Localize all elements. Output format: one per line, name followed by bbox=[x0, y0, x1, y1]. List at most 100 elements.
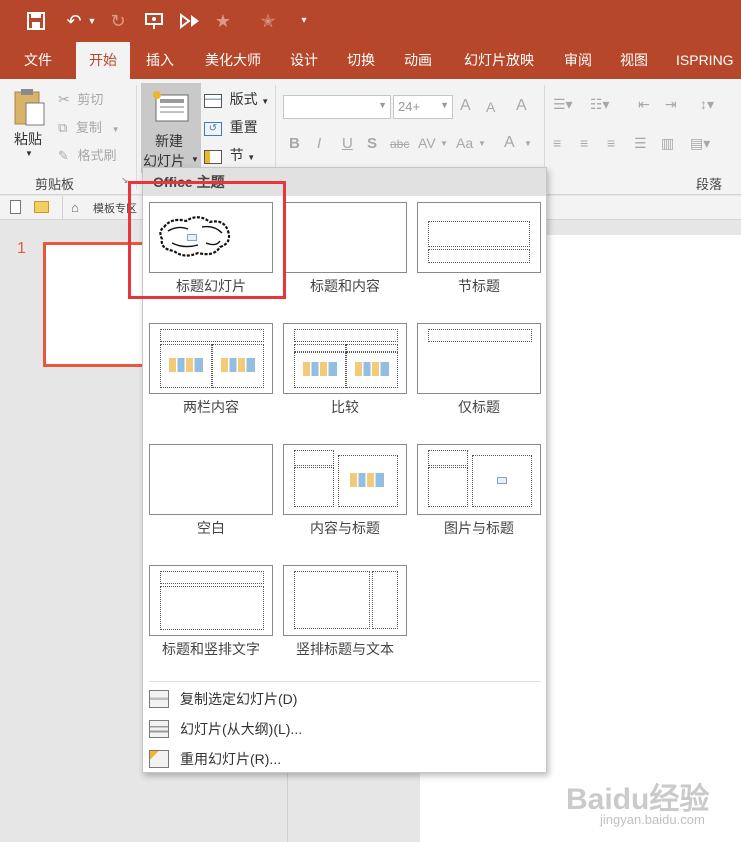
cut-label: 剪切 bbox=[77, 92, 104, 107]
star-icon-2[interactable]: ✭ bbox=[256, 9, 280, 33]
reuse-slide-icon bbox=[149, 750, 169, 768]
clipboard-icon bbox=[14, 89, 45, 126]
paste-button[interactable]: 粘贴 ▼ bbox=[10, 87, 48, 167]
star-icon[interactable]: ★ bbox=[211, 9, 235, 33]
brush-icon: ✎ bbox=[58, 148, 69, 163]
font-color-button[interactable]: A bbox=[504, 134, 515, 152]
reset-label: 重置 bbox=[229, 119, 258, 135]
layout-blank[interactable]: 空白 bbox=[149, 444, 275, 544]
numbering-icon[interactable]: ☷▾ bbox=[590, 96, 610, 113]
layout-thumbnail bbox=[283, 202, 407, 273]
reuse-slides-menu-item[interactable]: 重用幻灯片(R)... bbox=[149, 746, 541, 772]
clear-format-button[interactable]: A bbox=[516, 97, 527, 115]
layout-title-content[interactable]: 标题和内容 bbox=[283, 202, 409, 302]
tab-home[interactable]: 开始 bbox=[76, 42, 130, 79]
watermark: Baidu经验 jingyan.baidu.com bbox=[566, 774, 736, 834]
tab-view[interactable]: 视图 bbox=[612, 42, 656, 79]
layout-content-with-caption[interactable]: 内容与标题 bbox=[283, 444, 409, 544]
strikethrough-button[interactable]: abc bbox=[390, 137, 409, 151]
reset-icon: ↺ bbox=[204, 121, 222, 136]
placeholder bbox=[346, 344, 398, 352]
decrease-indent-icon[interactable]: ⇤ bbox=[638, 96, 650, 113]
layout-picture-with-caption[interactable]: 图片与标题 bbox=[417, 444, 543, 544]
layout-thumbnail bbox=[283, 444, 407, 515]
placeholder bbox=[160, 571, 264, 584]
presentation-icon[interactable] bbox=[142, 9, 166, 33]
italic-button[interactable]: I bbox=[317, 135, 321, 152]
home-icon: ⌂ bbox=[71, 200, 79, 215]
undo-icon[interactable]: ↶ bbox=[62, 9, 86, 33]
cut-button[interactable]: ✂ 剪切 bbox=[58, 89, 103, 108]
change-case-button[interactable]: Aa bbox=[456, 135, 473, 151]
tab-transitions[interactable]: 切换 bbox=[338, 42, 384, 79]
align-right-icon[interactable]: ≡ bbox=[607, 135, 615, 151]
justify-icon[interactable]: ☰ bbox=[634, 135, 647, 152]
tab-beautify[interactable]: 美化大师 bbox=[193, 42, 273, 79]
folder-icon[interactable] bbox=[34, 201, 49, 213]
layout-label: 内容与标题 bbox=[310, 520, 380, 536]
increase-indent-icon[interactable]: ⇥ bbox=[665, 96, 677, 113]
slides-from-outline-menu-item[interactable]: 幻灯片(从大纲)(L)... bbox=[149, 716, 541, 742]
slide-number: 1 bbox=[17, 240, 26, 257]
layout-button[interactable]: 版式 ▼ bbox=[204, 89, 269, 109]
tab-ispring[interactable]: ISPRING bbox=[668, 42, 741, 79]
copy-label: 复制 bbox=[75, 120, 102, 135]
reset-button[interactable]: ↺ 重置 bbox=[204, 117, 258, 137]
section-label: 节 bbox=[229, 147, 244, 163]
font-name-input[interactable]: ▼ bbox=[283, 95, 391, 119]
record-icon[interactable] bbox=[178, 9, 202, 33]
layout-section-header[interactable]: 节标题 bbox=[417, 202, 543, 302]
grow-font-button[interactable]: A bbox=[460, 97, 471, 115]
placeholder bbox=[428, 467, 468, 507]
highlight-box bbox=[128, 181, 286, 299]
new-slide-button[interactable]: 新建 幻灯片 ▼ bbox=[141, 83, 201, 173]
align-center-icon[interactable]: ≡ bbox=[580, 135, 588, 151]
save-icon[interactable] bbox=[24, 9, 48, 33]
copy-button[interactable]: ⧉ 复制 ▼ bbox=[58, 117, 119, 136]
line-spacing-icon[interactable]: ↕▾ bbox=[700, 96, 714, 113]
placeholder bbox=[294, 344, 346, 352]
new-doc-icon[interactable] bbox=[10, 200, 21, 214]
format-painter-label: 格式刷 bbox=[77, 148, 117, 163]
columns-icon[interactable]: ▤▾ bbox=[690, 135, 710, 152]
bold-button[interactable]: B bbox=[289, 135, 300, 152]
tab-insert[interactable]: 插入 bbox=[136, 42, 184, 79]
qat-customize-icon[interactable]: ▾ bbox=[296, 9, 312, 33]
char-spacing-button[interactable]: AV bbox=[418, 135, 436, 151]
shrink-font-button[interactable]: A bbox=[486, 99, 495, 115]
distributed-icon[interactable]: ▥ bbox=[661, 135, 674, 152]
section-button[interactable]: 节 ▼ bbox=[204, 145, 255, 165]
layout-two-content[interactable]: 两栏内容 bbox=[149, 323, 275, 423]
tab-file[interactable]: 文件 bbox=[10, 42, 66, 79]
placeholder bbox=[160, 586, 264, 630]
layout-comparison[interactable]: 比较 bbox=[283, 323, 409, 423]
placeholder bbox=[294, 467, 334, 507]
picture-placeholder-icon bbox=[497, 477, 507, 484]
scissors-icon: ✂ bbox=[58, 91, 70, 107]
layout-title-only[interactable]: 仅标题 bbox=[417, 323, 543, 423]
chevron-down-icon[interactable]: ▼ bbox=[478, 139, 486, 148]
bullets-icon[interactable]: ☰▾ bbox=[553, 96, 573, 113]
duplicate-slide-icon bbox=[149, 690, 169, 708]
tab-slideshow[interactable]: 幻灯片放映 bbox=[452, 42, 546, 79]
tab-animations[interactable]: 动画 bbox=[394, 42, 442, 79]
tab-review[interactable]: 审阅 bbox=[556, 42, 600, 79]
redo-icon[interactable]: ↻ bbox=[106, 9, 130, 33]
quick-access-toolbar: ↶ ▼ ↻ ★ ✭ ▾ bbox=[0, 0, 741, 42]
chevron-down-icon[interactable]: ▼ bbox=[524, 139, 532, 148]
layout-label: 标题和内容 bbox=[310, 278, 380, 294]
format-painter-button[interactable]: ✎ 格式刷 bbox=[58, 145, 117, 164]
chevron-down-icon[interactable]: ▼ bbox=[440, 139, 448, 148]
layout-label: 标题和竖排文字 bbox=[162, 641, 260, 657]
layout-title-vertical-text[interactable]: 标题和竖排文字 bbox=[149, 565, 275, 665]
undo-dropdown-icon[interactable]: ▼ bbox=[87, 9, 97, 33]
content-icons bbox=[350, 473, 384, 487]
tab-design[interactable]: 设计 bbox=[282, 42, 326, 79]
underline-button[interactable]: U bbox=[342, 135, 353, 152]
font-size-input[interactable]: 24+ ▼ bbox=[393, 95, 453, 119]
duplicate-slides-menu-item[interactable]: 复制选定幻灯片(D) bbox=[149, 686, 541, 712]
layout-vertical-title-text[interactable]: 竖排标题与文本 bbox=[283, 565, 409, 665]
shadow-button[interactable]: S bbox=[367, 135, 377, 152]
align-left-icon[interactable]: ≡ bbox=[553, 135, 561, 151]
placeholder bbox=[428, 329, 532, 342]
